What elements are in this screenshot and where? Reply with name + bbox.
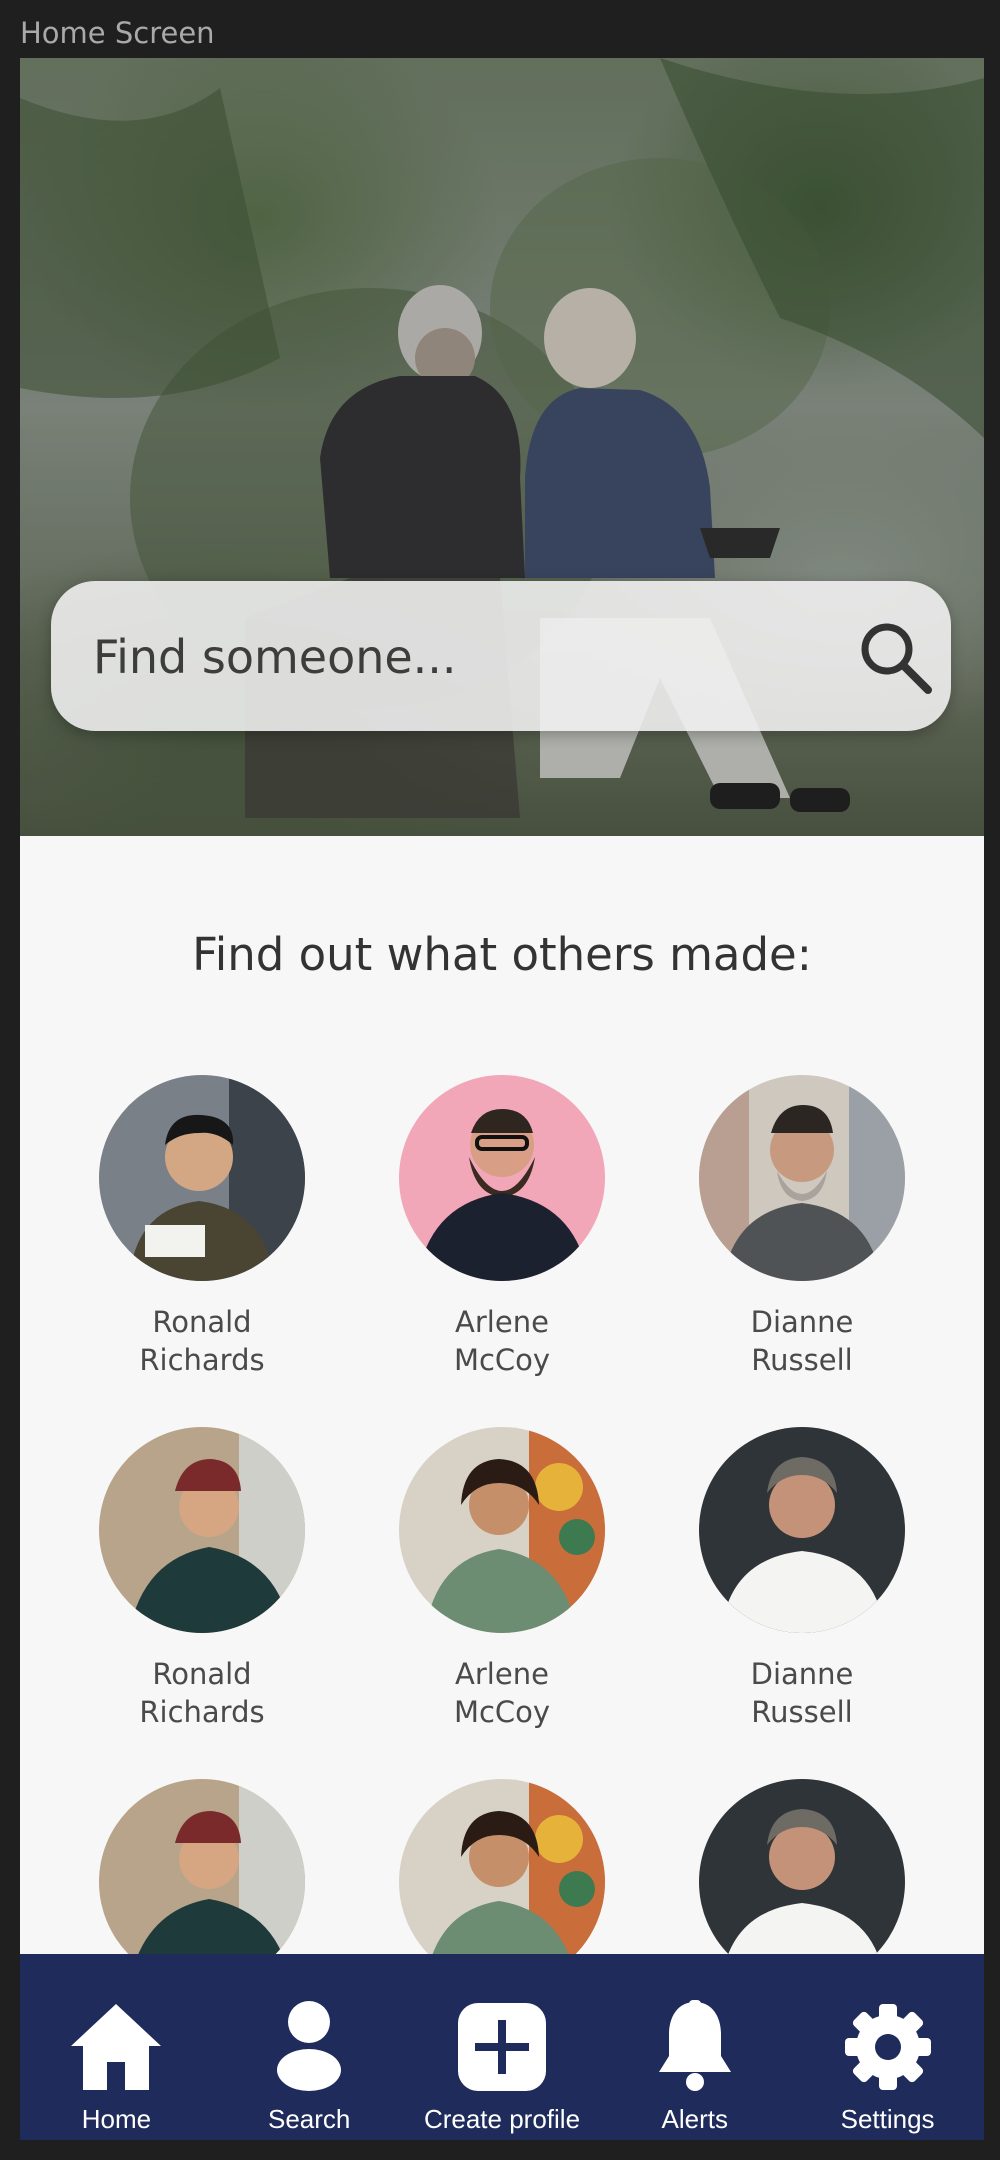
home-icon	[71, 2004, 162, 2090]
person-card[interactable]: Dianne Russell	[652, 1075, 952, 1379]
bottom-tab-bar: Home Search Create profile Alerts Settin…	[20, 1954, 984, 2140]
tab-label: Settings	[840, 2104, 935, 2134]
avatar	[699, 1075, 905, 1281]
tab-home[interactable]: Home	[20, 1954, 213, 2140]
tab-label: Create profile	[423, 2104, 581, 2134]
tab-label: Search	[268, 2104, 351, 2134]
tab-label: Alerts	[661, 2104, 729, 2134]
window-title: Home Screen	[20, 16, 215, 50]
person-name: Dianne Russell	[750, 1657, 854, 1729]
person-card[interactable]: Arlene McCoy	[352, 1427, 652, 1731]
tab-label: Home	[81, 2104, 152, 2134]
person-name: Ronald Richards	[139, 1305, 265, 1377]
plus-icon	[457, 2003, 546, 2091]
home-screen: Find out what others made: Ronald Richar…	[20, 58, 984, 2140]
avatar	[399, 1075, 605, 1281]
person-card[interactable]: Ronald Richards	[52, 1427, 352, 1731]
search-input[interactable]	[91, 581, 835, 733]
search-bar	[51, 581, 951, 733]
person-icon	[277, 2001, 342, 2091]
gear-icon	[844, 2004, 931, 2090]
section-title: Find out what others made:	[192, 928, 812, 981]
person-card[interactable]: Ronald Richards	[52, 1075, 352, 1379]
person-card[interactable]: Dianne Russell	[652, 1427, 952, 1731]
bell-icon	[658, 2000, 731, 2091]
tab-settings[interactable]: Settings	[791, 1954, 984, 2140]
search-button[interactable]	[856, 618, 936, 698]
search-icon	[861, 623, 932, 694]
tab-alerts[interactable]: Alerts	[598, 1954, 791, 2140]
person-name: Arlene McCoy	[453, 1305, 551, 1377]
person-name: Ronald Richards	[139, 1657, 265, 1729]
avatar	[99, 1075, 305, 1281]
people-grid: Ronald Richards Arlene McCoy Dianne Russ…	[20, 1075, 984, 2007]
tab-create-profile[interactable]: Create profile	[406, 1954, 599, 2140]
avatar	[399, 1427, 605, 1633]
person-card[interactable]: Arlene McCoy	[352, 1075, 652, 1379]
avatar	[699, 1427, 905, 1633]
avatar	[99, 1427, 305, 1633]
person-name: Dianne Russell	[750, 1305, 854, 1377]
person-name: Arlene McCoy	[453, 1657, 551, 1729]
tab-search[interactable]: Search	[213, 1954, 406, 2140]
